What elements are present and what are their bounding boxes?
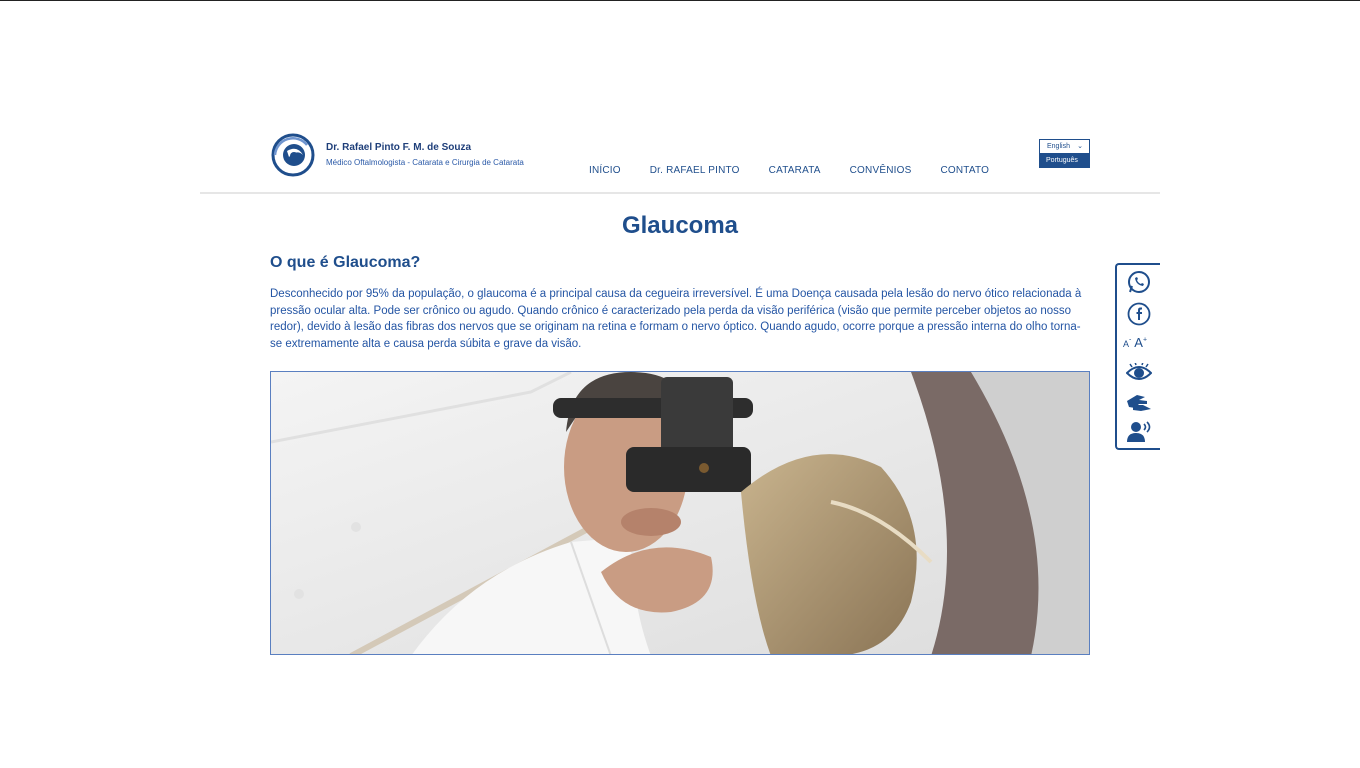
brand-subtitle: Médico Oftalmologista - Catarata e Cirur… <box>326 158 524 167</box>
top-border <box>0 0 1360 1</box>
language-selected: English <box>1047 143 1070 150</box>
sign-language-icon[interactable] <box>1125 390 1153 414</box>
header-divider <box>200 192 1160 194</box>
main-nav: INÍCIO Dr. RAFAEL PINTO CATARATA CONVÊNI… <box>589 165 1018 176</box>
site-header: Dr. Rafael Pinto F. M. de Souza Médico O… <box>200 128 1160 194</box>
chevron-down-icon: ⌄ <box>1077 143 1083 150</box>
nav-item-inicio[interactable]: INÍCIO <box>589 165 621 176</box>
body-paragraph: Desconhecido por 95% da população, o gla… <box>270 288 1082 350</box>
nav-item-convenios[interactable]: CONVÊNIOS <box>850 165 912 176</box>
logo-icon[interactable] <box>267 133 319 177</box>
brand-name[interactable]: Dr. Rafael Pinto F. M. de Souza <box>326 142 471 153</box>
page-title: Glaucoma <box>621 212 739 239</box>
screen-reader-icon[interactable] <box>1125 420 1153 444</box>
decrease-font-sign: - <box>1129 336 1132 344</box>
language-option-portugues[interactable]: Português <box>1039 154 1090 168</box>
language-selector: English ⌄ Português <box>1039 139 1090 168</box>
accessibility-bar: A- A+ <box>1115 263 1160 450</box>
increase-font-label: A <box>1134 335 1143 350</box>
nav-item-dr-rafael-pinto[interactable]: Dr. RAFAEL PINTO <box>650 165 740 176</box>
facebook-icon[interactable] <box>1125 302 1153 326</box>
photo-illustration <box>271 372 1089 654</box>
section-title: O que é Glaucoma? <box>270 254 421 271</box>
increase-font-button[interactable]: A+ <box>1134 335 1147 350</box>
language-select[interactable]: English ⌄ <box>1039 139 1090 154</box>
increase-font-sign: + <box>1142 336 1148 344</box>
font-size-controls: A- A+ <box>1123 335 1147 350</box>
doctor-examination-photo <box>270 371 1090 655</box>
nav-item-catarata[interactable]: CATARATA <box>769 165 821 176</box>
nav-item-contato[interactable]: CONTATO <box>940 165 989 176</box>
contrast-eye-icon[interactable] <box>1125 361 1153 385</box>
whatsapp-icon[interactable] <box>1125 270 1153 294</box>
decrease-font-button[interactable]: A- <box>1123 335 1131 350</box>
